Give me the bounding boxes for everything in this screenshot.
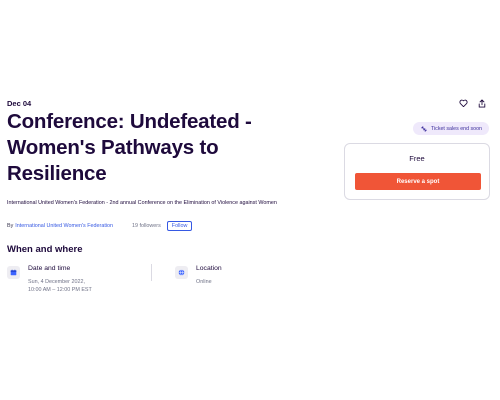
share-icon — [478, 98, 486, 108]
location-label: Location — [196, 265, 222, 272]
ticket-sales-badge: Ticket sales end soon — [413, 122, 489, 135]
date-time-icon-box — [7, 266, 20, 279]
event-date: Dec 04 — [7, 99, 32, 108]
share-button[interactable] — [475, 96, 489, 110]
calendar-icon — [10, 269, 17, 276]
when-and-where-heading: When and where — [7, 244, 83, 255]
ticket-price: Free — [409, 154, 425, 163]
event-summary: International United Women's Federation … — [7, 200, 277, 206]
reserve-spot-button[interactable]: Reserve a spot — [355, 173, 481, 190]
follow-button[interactable]: Follow — [166, 220, 193, 231]
ticket-icon — [421, 125, 427, 132]
location-value: Online — [196, 279, 212, 285]
globe-icon — [178, 269, 185, 276]
organizer-link[interactable]: International United Women's Federation — [15, 223, 113, 229]
organizer-row: By International United Women's Federati… — [7, 220, 193, 231]
details-divider — [151, 264, 152, 281]
ticket-sales-label: Ticket sales end soon — [430, 125, 483, 132]
followers-count: 19 followers — [132, 222, 161, 229]
time-value: 10:00 AM – 12:00 PM EST — [28, 287, 92, 293]
date-value: Sun, 4 December 2022, — [28, 279, 85, 285]
like-button[interactable] — [456, 96, 470, 110]
date-time-label: Date and time — [28, 265, 71, 272]
organizer-by-label: By — [7, 222, 14, 229]
event-title: Conference: Undefeated - Women's Pathway… — [7, 110, 252, 185]
reserve-card: Free Reserve a spot — [344, 143, 490, 200]
location-icon-box — [175, 266, 188, 279]
heart-icon — [458, 99, 468, 107]
